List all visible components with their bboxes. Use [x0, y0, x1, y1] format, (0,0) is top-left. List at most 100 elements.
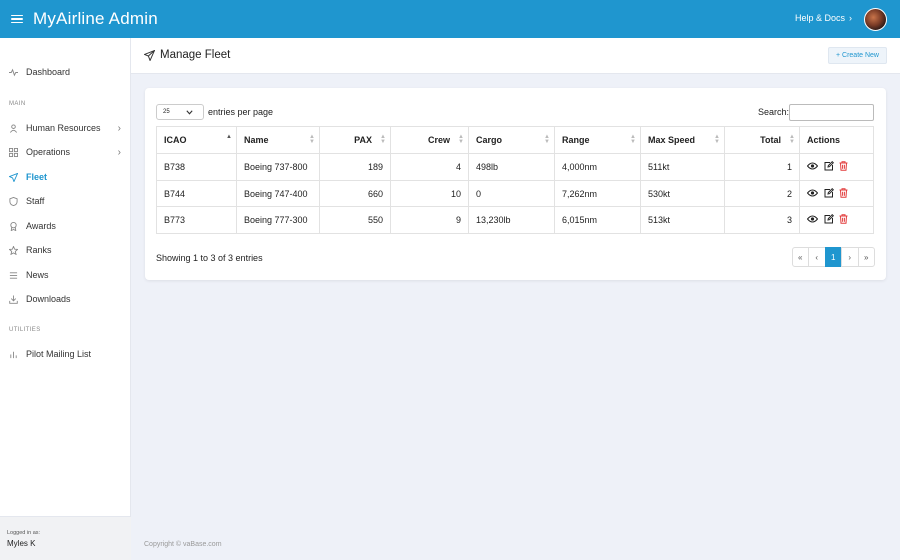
user-icon: [9, 123, 18, 133]
cell-crew: 9: [390, 206, 469, 235]
cell-crew: 4: [390, 153, 469, 181]
table-row: B744 Boeing 747-400 660 10 0 7,262nm 530…: [156, 179, 874, 208]
entries-per-page-value: 25: [163, 109, 170, 115]
footer-copyright: Copyright © vaBase.com: [144, 541, 222, 548]
entries-per-page-select[interactable]: 25: [156, 104, 204, 120]
pagination: « ‹ 1 › »: [791, 247, 875, 267]
prev-page-button[interactable]: ‹: [808, 247, 826, 267]
edit-icon[interactable]: [824, 160, 834, 173]
menu-icon[interactable]: [11, 14, 23, 24]
next-page-button[interactable]: ›: [841, 247, 859, 267]
column-header-range[interactable]: Range ▲ ▼: [554, 126, 641, 154]
sidebar-item-label: Operations: [26, 147, 71, 157]
column-header-icao[interactable]: ICAO ▲: [156, 126, 237, 154]
edit-icon[interactable]: [824, 187, 834, 200]
sidebar-item-label: Pilot Mailing List: [26, 349, 92, 359]
search-input[interactable]: [789, 104, 874, 121]
chevron-right-icon: ›: [117, 146, 121, 158]
sidebar: Dashboard MAIN Human Resources › Operati…: [0, 38, 131, 560]
eye-icon[interactable]: [806, 189, 819, 199]
sidebar-item-label: Dashboard: [26, 67, 71, 77]
download-icon: [9, 294, 18, 304]
fleet-card: 25 entries per page Search: ICAO ▲ Name ▲ ▼…: [145, 88, 886, 280]
section-label-main: MAIN: [9, 101, 26, 107]
sidebar-item-downloads[interactable]: Downloads: [0, 289, 131, 309]
cell-crew: 10: [390, 179, 469, 208]
sidebar-item-awards[interactable]: Awards: [0, 216, 131, 236]
sidebar-item-label: Ranks: [26, 245, 52, 255]
sidebar-item-label: Staff: [26, 196, 45, 206]
cell-pax: 189: [319, 153, 391, 181]
page-1-button[interactable]: 1: [824, 247, 842, 267]
sort-icon: ▲ ▼: [458, 134, 464, 145]
sidebar-item-fleet[interactable]: Fleet: [0, 167, 131, 187]
sidebar-item-label: Downloads: [26, 294, 71, 304]
send-icon: [143, 49, 156, 63]
create-new-label: + Create New: [836, 52, 879, 59]
chevron-right-icon: ›: [849, 13, 852, 23]
sidebar-item-operations[interactable]: Operations ›: [0, 142, 131, 162]
sidebar-item-human-resources[interactable]: Human Resources ›: [0, 118, 131, 138]
cell-max-speed: 511kt: [640, 153, 725, 181]
eye-icon[interactable]: [806, 215, 819, 225]
login-caption: Logged in as:: [7, 530, 41, 536]
cell-total: 2: [724, 179, 800, 208]
trash-icon[interactable]: [839, 161, 848, 173]
sidebar-item-ranks[interactable]: Ranks: [0, 240, 131, 260]
sidebar-item-staff[interactable]: Staff: [0, 191, 131, 211]
cell-range: 7,262nm: [554, 179, 641, 208]
sort-icon: ▲ ▼: [544, 134, 550, 145]
last-page-button[interactable]: »: [857, 247, 875, 267]
login-info: Logged in as: Myles K: [0, 516, 131, 560]
cell-name: Boeing 777-300: [236, 206, 320, 235]
cell-range: 4,000nm: [554, 153, 641, 181]
first-page-button[interactable]: «: [791, 247, 809, 267]
column-header-name[interactable]: Name ▲ ▼: [236, 126, 320, 154]
cell-max-speed: 530kt: [640, 179, 725, 208]
top-bar: MyAirline Admin Help & Docs ›: [0, 0, 900, 38]
column-header-total[interactable]: Total ▲ ▼: [724, 126, 800, 154]
shield-icon: [9, 196, 18, 206]
sidebar-item-news[interactable]: News: [0, 265, 131, 285]
sort-icon: ▲ ▼: [714, 134, 720, 145]
page-header: Manage Fleet + Create New: [131, 38, 900, 74]
cell-actions: [799, 153, 874, 181]
sort-icon: ▲ ▼: [630, 134, 636, 145]
avatar[interactable]: [864, 8, 887, 31]
chevron-right-icon: ›: [117, 122, 121, 134]
create-new-button[interactable]: + Create New: [828, 47, 887, 64]
search-label: Search:: [758, 107, 790, 117]
sidebar-item-label: Awards: [26, 221, 56, 231]
sidebar-item-label: Human Resources: [26, 123, 101, 133]
help-docs-link[interactable]: Help & Docs ›: [795, 13, 852, 23]
table-header-row: ICAO ▲ Name ▲ ▼ PAX ▲ ▼ Crew ▲ ▼ Cargo ▲ ▼ Range ▲…: [156, 126, 874, 154]
cell-icao: B773: [156, 206, 237, 235]
trash-icon[interactable]: [839, 214, 848, 226]
cell-cargo: 13,230lb: [468, 206, 555, 235]
column-header-pax[interactable]: PAX ▲ ▼: [319, 126, 391, 154]
login-user: Myles K: [7, 539, 36, 548]
grid-icon: [9, 147, 18, 157]
cell-icao: B738: [156, 153, 237, 181]
table-row: B738 Boeing 737-800 189 4 498lb 4,000nm …: [156, 153, 874, 181]
help-docs-label: Help & Docs: [794, 13, 845, 23]
sidebar-item-dashboard[interactable]: Dashboard: [0, 62, 131, 82]
column-header-crew[interactable]: Crew ▲ ▼: [390, 126, 469, 154]
edit-icon[interactable]: [824, 214, 834, 226]
sidebar-item-pilot-mailing-list[interactable]: Pilot Mailing List: [0, 344, 131, 364]
cell-icao: B744: [156, 179, 237, 208]
cell-actions: [799, 206, 874, 235]
sort-icon: ▲ ▼: [309, 134, 315, 145]
eye-icon[interactable]: [806, 162, 819, 172]
trash-icon[interactable]: [839, 187, 848, 200]
award-icon: [9, 221, 18, 231]
column-header-cargo[interactable]: Cargo ▲ ▼: [468, 126, 555, 154]
column-header-max-speed[interactable]: Max Speed ▲ ▼: [640, 126, 725, 154]
cell-cargo: 0: [468, 179, 555, 208]
cell-pax: 660: [319, 179, 391, 208]
cell-range: 6,015nm: [554, 206, 641, 235]
cell-pax: 550: [319, 206, 391, 235]
cell-max-speed: 513kt: [640, 206, 725, 235]
app-title[interactable]: MyAirline Admin: [33, 9, 158, 29]
star-icon: [9, 245, 18, 255]
